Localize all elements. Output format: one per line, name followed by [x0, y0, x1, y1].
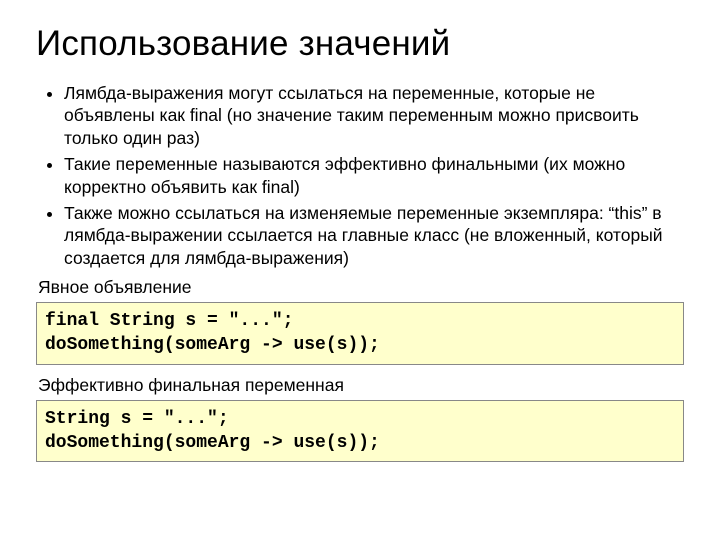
- code-block-effectively-final: String s = "..."; doSomething(someArg ->…: [36, 400, 684, 463]
- slide-title: Использование значений: [36, 24, 684, 64]
- list-item: Лямбда-выражения могут ссылаться на пере…: [64, 82, 684, 149]
- section-label-effectively-final: Эффективно финальная переменная: [38, 375, 684, 396]
- list-item: Такие переменные называются эффективно ф…: [64, 153, 684, 198]
- slide: Использование значений Лямбда-выражения …: [0, 0, 720, 540]
- list-item: Также можно ссылаться на изменяемые пере…: [64, 202, 684, 269]
- section-label-explicit: Явное объявление: [38, 277, 684, 298]
- code-block-explicit: final String s = "..."; doSomething(some…: [36, 302, 684, 365]
- bullet-list: Лямбда-выражения могут ссылаться на пере…: [36, 82, 684, 269]
